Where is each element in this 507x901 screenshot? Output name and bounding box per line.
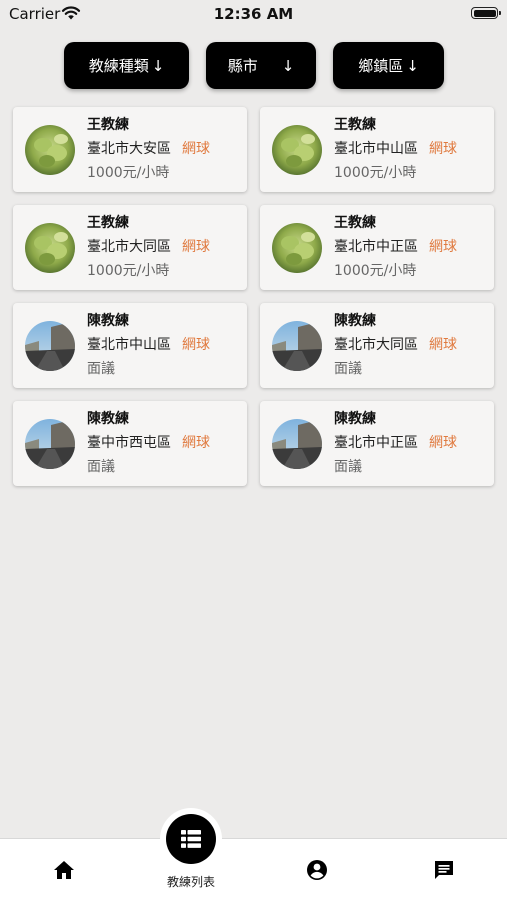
district-filter-label: 鄉鎮區 (358, 57, 404, 75)
coach-list-tab[interactable] (160, 808, 222, 870)
coach-price: 面議 (87, 361, 115, 377)
coach-sport: 網球 (182, 337, 210, 353)
coach-card[interactable]: 王教練 臺北市中山區 網球 1000元/小時 (260, 107, 494, 192)
arrow-down-icon: ↓ (281, 56, 295, 75)
coach-avatar (25, 223, 75, 273)
coach-sport: 網球 (182, 239, 210, 255)
status-bar: Carrier 12:36 AM (0, 0, 507, 28)
bottom-tab-bar (0, 838, 507, 901)
coach-name: 王教練 (334, 215, 376, 231)
coach-name: 王教練 (87, 215, 129, 231)
coach-sport: 網球 (182, 435, 210, 451)
coach-avatar (25, 419, 75, 469)
district-filter-button[interactable]: 鄉鎮區 ↓ (333, 42, 444, 89)
coach-price: 1000元/小時 (87, 165, 170, 181)
clock: 12:36 AM (213, 5, 294, 23)
coach-name: 陳教練 (87, 313, 129, 329)
coach-card[interactable]: 陳教練 臺北市中正區 網球 面議 (260, 401, 494, 486)
coach-sport: 網球 (182, 141, 210, 157)
coach-location: 臺北市中正區 (334, 239, 418, 255)
coach-price: 1000元/小時 (87, 263, 170, 279)
coach-card[interactable]: 王教練 臺北市大安區 網球 1000元/小時 (13, 107, 247, 192)
coach-location: 臺北市中山區 (87, 337, 171, 353)
coach-avatar (272, 125, 322, 175)
coach-price: 面議 (334, 459, 362, 475)
coach-card[interactable]: 陳教練 臺中市西屯區 網球 面議 (13, 401, 247, 486)
coach-location: 臺北市中正區 (334, 435, 418, 451)
coach-name: 陳教練 (334, 313, 376, 329)
chat-icon[interactable] (433, 859, 455, 881)
arrow-down-icon: ↓ (151, 56, 165, 75)
coach-price: 面議 (87, 459, 115, 475)
home-icon[interactable] (53, 860, 75, 880)
coach-price: 面議 (334, 361, 362, 377)
list-icon-button[interactable] (166, 814, 216, 864)
coach-avatar (272, 321, 322, 371)
coach-sport: 網球 (429, 435, 457, 451)
city-filter-button[interactable]: 縣市 ↓ (206, 42, 316, 89)
coach-location: 臺北市大安區 (87, 141, 171, 157)
list-icon (181, 830, 201, 848)
coach-list-tab-label[interactable]: 教練列表 (150, 873, 232, 890)
arrow-down-icon: ↓ (406, 56, 419, 75)
coach-sport: 網球 (429, 141, 457, 157)
coach-location: 臺中市西屯區 (87, 435, 171, 451)
coach-location: 臺北市中山區 (334, 141, 418, 157)
coach-avatar (25, 125, 75, 175)
coach-type-filter-button[interactable]: 教練種類 ↓ (64, 42, 189, 89)
coach-price: 1000元/小時 (334, 165, 417, 181)
coach-sport: 網球 (429, 239, 457, 255)
coach-location: 臺北市大同區 (87, 239, 171, 255)
coach-avatar (272, 419, 322, 469)
coach-card[interactable]: 王教練 臺北市大同區 網球 1000元/小時 (13, 205, 247, 290)
account-icon[interactable] (306, 859, 328, 881)
coach-name: 王教練 (87, 117, 129, 133)
coach-type-filter-label: 教練種類 (88, 57, 149, 75)
battery-icon (471, 7, 501, 19)
coach-name: 陳教練 (87, 411, 129, 427)
coach-avatar (272, 223, 322, 273)
coach-price: 1000元/小時 (334, 263, 417, 279)
coach-name: 陳教練 (334, 411, 376, 427)
coach-sport: 網球 (429, 337, 457, 353)
coach-card[interactable]: 陳教練 臺北市大同區 網球 面議 (260, 303, 494, 388)
coach-card[interactable]: 王教練 臺北市中正區 網球 1000元/小時 (260, 205, 494, 290)
coach-avatar (25, 321, 75, 371)
coach-card[interactable]: 陳教練 臺北市中山區 網球 面議 (13, 303, 247, 388)
coach-location: 臺北市大同區 (334, 337, 418, 353)
city-filter-label: 縣市 (227, 57, 258, 75)
coach-name: 王教練 (334, 117, 376, 133)
